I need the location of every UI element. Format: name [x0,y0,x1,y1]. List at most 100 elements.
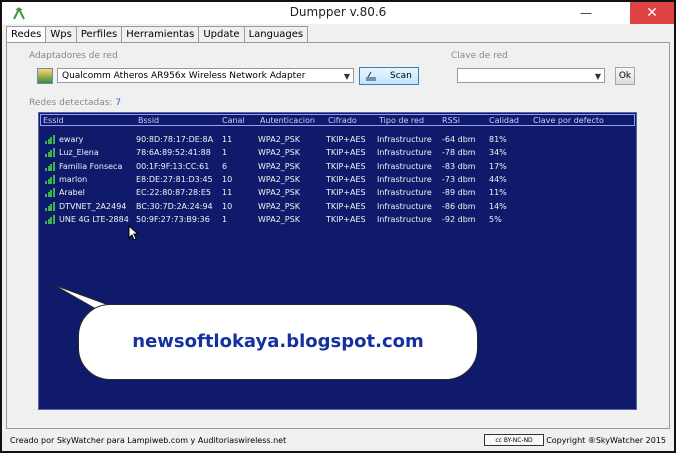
cell-canal: 11 [222,188,233,198]
signal-bars-icon [45,214,55,224]
cell-cifrado: TKIP+AES [326,188,366,198]
table-row[interactable]: UNE 4G LTE-2884 50:9F:27:73:B9:36 1 WPA2_PS… [39,213,636,226]
cell-tipo-de-red: Infrastructure [377,135,432,144]
license-badge[interactable]: cc BY-NC-ND [484,434,544,446]
cell-bssid: 78:6A:89:52:41:88 [136,148,211,158]
cell-essid: Familia Fonseca [59,161,123,171]
signal-bars-icon [45,135,55,144]
adapter-label: Adaptadores de red [29,51,118,61]
key-label: Clave de red [451,51,508,61]
cell-cifrado: TKIP+AES [326,214,366,224]
cell-bssid: 90:8D:78:17:DE:8A [136,135,214,144]
cell-calidad: 5% [489,214,502,224]
signal-bars-icon [45,174,55,184]
cell-bssid: 50:9F:27:73:B9:36 [136,214,210,224]
column-header-cifrado[interactable]: Cifrado [328,115,357,126]
ok-button[interactable]: Ok [615,67,635,85]
table-row[interactable]: DTVNET_2A2494 BC:30:7D:2A:24:94 10 WPA2_PSK… [39,200,636,213]
cell-calidad: 11% [489,188,507,198]
cell-autenticacion: WPA2_PSK [258,174,300,184]
credits-text: Creado por SkyWatcher para Lampiweb.com … [10,436,287,445]
table-row[interactable]: marlon E8:DE:27:81:D3:45 10 WPA2_PSK TKIP+AE… [39,173,636,186]
tab-bar: Redes Wps Perfiles Herramientas Update L… [6,26,309,45]
networks-label-text: Redes detectadas: [29,98,113,108]
cell-calidad: 17% [489,161,507,171]
tab-perfiles[interactable]: Perfiles [75,26,123,43]
cell-tipo-de-red: Infrastructure [377,188,432,198]
close-button[interactable]: ✕ [630,2,674,24]
column-header-canal[interactable]: Canal [222,115,245,126]
grid-header: Essid Bssid Canal Autenticacion Cifrado … [40,114,635,126]
status-bar: Creado por SkyWatcher para Lampiweb.com … [2,430,674,451]
chevron-down-icon: ▼ [594,72,601,81]
signal-bars-icon [45,188,55,198]
cell-bssid: EC:22:80:87:28:E5 [136,188,211,198]
cell-calidad: 34% [489,148,507,158]
column-header-calidad[interactable]: Calidad [489,115,519,126]
scan-icon [366,71,376,81]
app-window: Dumpper v.80.6 — ✕ Redes Wps Perfiles He… [0,0,676,453]
cell-rssi: -78 dbm [442,148,476,158]
cell-calidad: 14% [489,201,507,211]
cell-canal: 11 [222,135,233,144]
cell-tipo-de-red: Infrastructure [377,148,432,158]
cell-rssi: -92 dbm [442,214,476,224]
cell-cifrado: TKIP+AES [326,201,366,211]
signal-bars-icon [45,201,55,211]
cell-tipo-de-red: Infrastructure [377,174,432,184]
table-row[interactable]: Familia Fonseca 00:1F:9F:13:CC:61 6 WPA2_PS… [39,160,636,173]
networks-detected-label: Redes detectadas: 7 [29,98,121,108]
column-header-bssid[interactable]: Bssid [138,115,159,126]
cell-calidad: 44% [489,174,507,184]
cell-cifrado: TKIP+AES [326,148,366,158]
signal-bars-icon [45,161,55,171]
column-header-clave-por-defecto[interactable]: Clave por defecto [533,115,604,126]
cell-bssid: 00:1F:9F:13:CC:61 [136,161,210,171]
tab-herramientas[interactable]: Herramientas [121,26,200,43]
key-select[interactable]: ▼ [457,68,605,83]
table-row[interactable]: Luz_Elena 78:6A:89:52:41:88 1 WPA2_PSK TKIP+… [39,146,636,159]
cell-rssi: -86 dbm [442,201,476,211]
scan-button[interactable]: Scan [359,67,419,85]
cell-tipo-de-red: Infrastructure [377,201,432,211]
cell-essid: Arabel [59,188,85,198]
scan-button-label: Scan [390,71,412,81]
signal-bars-icon [45,148,55,158]
cell-essid: UNE 4G LTE-2884 [59,214,129,224]
cell-bssid: BC:30:7D:2A:24:94 [136,201,213,211]
cell-cifrado: TKIP+AES [326,161,366,171]
cell-essid: ewary [59,135,84,144]
chevron-down-icon: ▼ [343,72,350,81]
tab-update[interactable]: Update [198,26,245,43]
watermark-text: newsoftlokaya.blogspot.com [132,331,424,352]
cell-tipo-de-red: Infrastructure [377,161,432,171]
cell-bssid: E8:DE:27:81:D3:45 [136,174,213,184]
cell-calidad: 81% [489,135,507,144]
minimize-button[interactable]: — [568,2,604,24]
column-header-rssi[interactable]: RSSi [442,115,460,126]
networks-count: 7 [115,98,122,108]
cell-canal: 1 [222,214,228,224]
cell-autenticacion: WPA2_PSK [258,188,300,198]
column-header-autenticacion[interactable]: Autenticacion [260,115,315,126]
cell-tipo-de-red: Infrastructure [377,214,432,224]
adapter-select-value: Qualcomm Atheros AR956x Wireless Network… [62,71,306,81]
cell-cifrado: TKIP+AES [326,135,366,144]
cell-canal: 10 [222,201,233,211]
cell-cifrado: TKIP+AES [326,174,366,184]
column-header-tipo-de-red[interactable]: Tipo de red [379,115,424,126]
table-row[interactable]: ewary 90:8D:78:17:DE:8A 11 WPA2_PSK TKIP+AES… [39,133,636,146]
cell-rssi: -73 dbm [442,174,476,184]
cell-autenticacion: WPA2_PSK [258,201,300,211]
cell-autenticacion: WPA2_PSK [258,214,300,224]
cell-essid: marlon [59,174,88,184]
tab-wps[interactable]: Wps [45,26,77,43]
table-row[interactable]: Arabel EC:22:80:87:28:E5 11 WPA2_PSK TKIP+AE… [39,186,636,199]
cell-autenticacion: WPA2_PSK [258,161,300,171]
column-header-essid[interactable]: Essid [43,115,64,126]
tab-languages[interactable]: Languages [243,26,309,43]
cell-essid: DTVNET_2A2494 [59,201,127,211]
adapter-select[interactable]: Qualcomm Atheros AR956x Wireless Network… [57,68,354,83]
copyright-text: Copyright ®SkyWatcher 2015 [546,436,666,445]
cell-canal: 10 [222,174,233,184]
